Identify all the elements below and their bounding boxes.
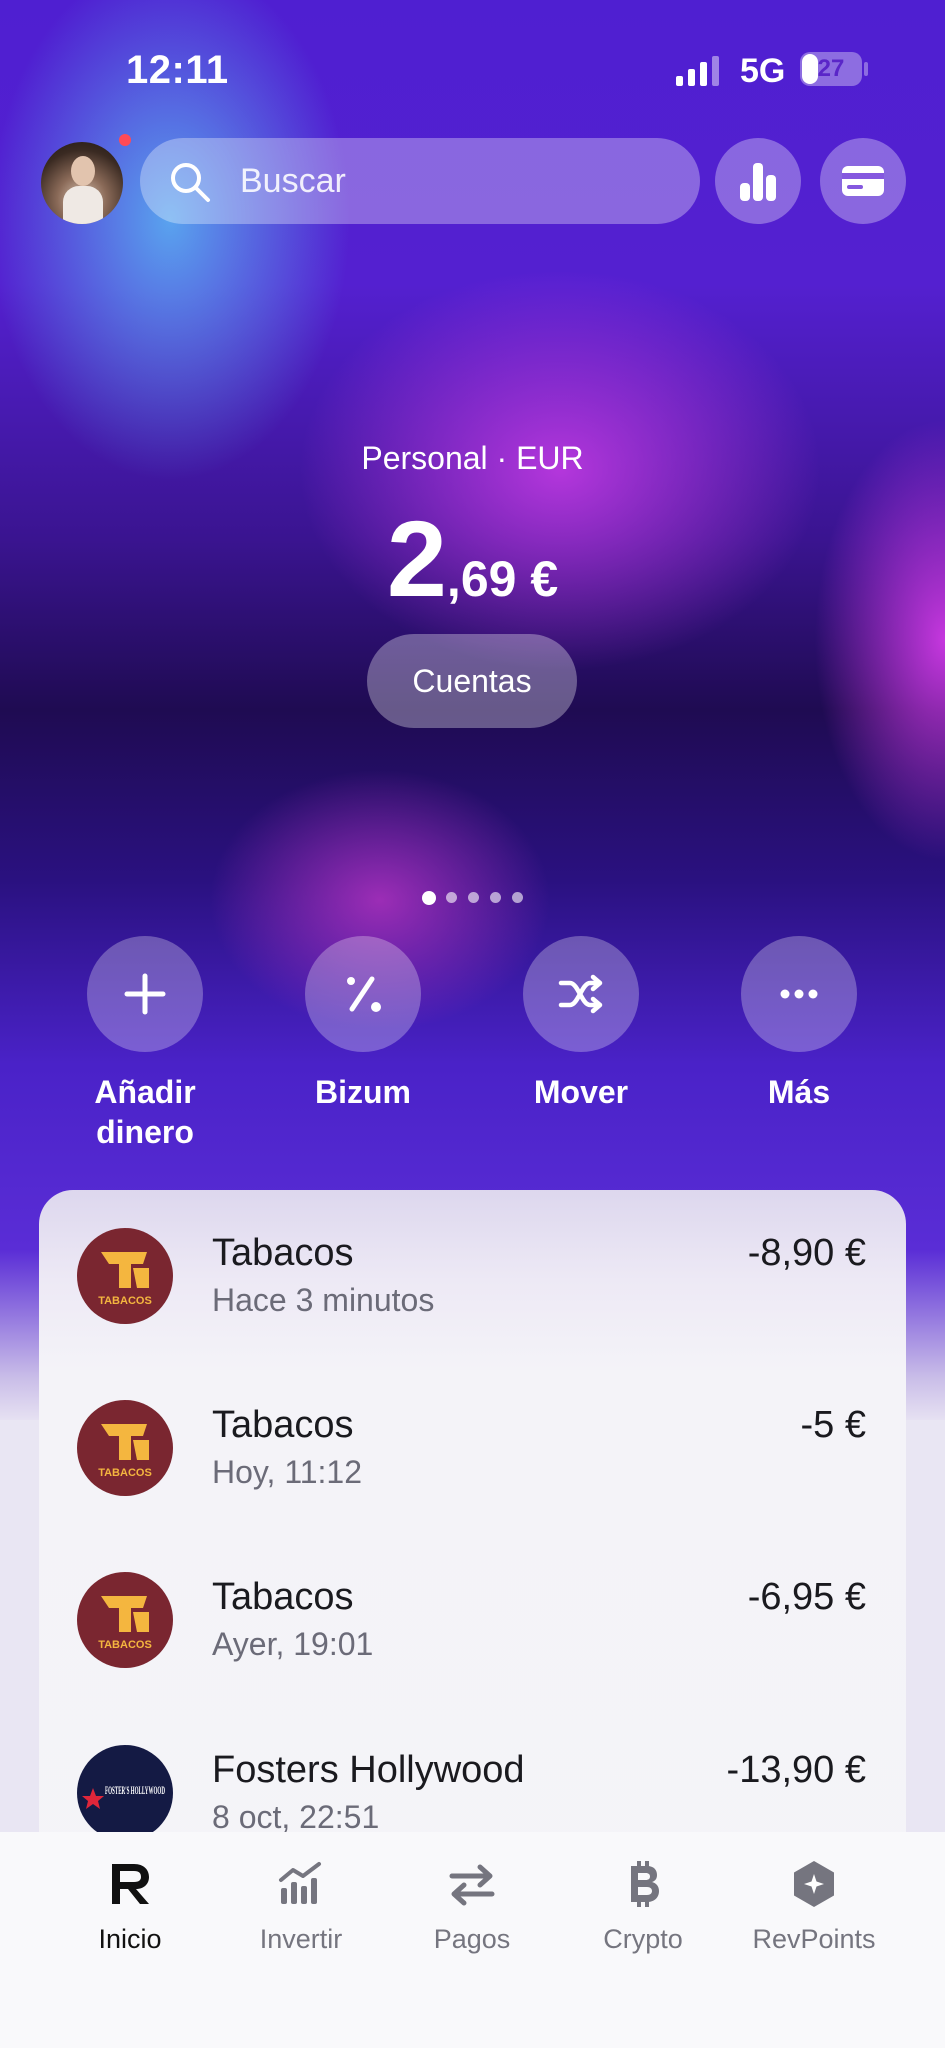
bizum-button[interactable] — [305, 936, 421, 1052]
bar-chart-icon — [740, 163, 776, 201]
transaction-amount: -8,90 € — [747, 1232, 866, 1274]
avatar-body — [63, 186, 103, 224]
card-icon — [842, 166, 884, 196]
tabacos-logo: TABACOS — [77, 1572, 173, 1668]
revolut-r-icon — [112, 1864, 149, 1904]
transaction-merchant: Fosters Hollywood — [212, 1749, 525, 1791]
transaction-time: Ayer, 19:01 — [212, 1626, 374, 1662]
tabacos-logo-text: TABACOS — [98, 1639, 152, 1651]
transaction-row[interactable]: TABACOS Tabacos Ayer, 19:01 -6,95 € — [39, 1534, 906, 1706]
balance-decimal: ,69 € — [446, 551, 559, 607]
nav-item-crypto[interactable]: Crypto — [568, 1858, 718, 1955]
shuffle-icon — [558, 974, 603, 1014]
analytics-button[interactable] — [715, 138, 801, 224]
nav-item-revpoints[interactable]: RevPoints — [739, 1858, 889, 1955]
tabacos-logo-mark: TABACOS — [98, 1252, 152, 1307]
avatar-face — [71, 156, 95, 186]
nav-item-pagos[interactable]: Pagos — [397, 1858, 547, 1955]
search-icon — [171, 163, 210, 202]
more-icon — [780, 989, 818, 999]
battery-icon: 27 — [800, 52, 862, 86]
nav-item-invertir[interactable]: Invertir — [226, 1858, 376, 1955]
move-label: Mover — [533, 1074, 629, 1110]
profile-avatar[interactable] — [41, 142, 123, 224]
notification-dot — [119, 134, 131, 146]
bizum-icon — [347, 976, 381, 1012]
transaction-row[interactable]: TABACOS Tabacos Hoy, 11:12 -5 € — [39, 1362, 906, 1534]
nav-item-inicio[interactable]: Inicio — [55, 1858, 205, 1955]
tabacos-logo-text: TABACOS — [98, 1295, 152, 1307]
nav-label: Crypto — [603, 1924, 683, 1954]
transfer-icon — [449, 1864, 495, 1906]
tabacos-logo: TABACOS — [77, 1228, 173, 1324]
bizum-label: Bizum — [315, 1074, 411, 1110]
fosters-logo-mark: FOSTER'S HOLLYWOOD — [82, 1783, 165, 1809]
plus-icon — [124, 973, 166, 1015]
nav-label: Inicio — [98, 1924, 162, 1954]
page-dot[interactable] — [446, 892, 457, 903]
status-time: 12:11 — [126, 48, 229, 92]
transaction-merchant: Tabacos — [212, 1404, 354, 1446]
account-label: Personal · EUR — [361, 440, 584, 476]
search-bar[interactable] — [140, 138, 700, 224]
move-action[interactable]: Mover — [491, 936, 671, 1112]
tabacos-logo: TABACOS — [77, 1400, 173, 1496]
transaction-amount: -6,95 € — [747, 1576, 866, 1618]
add-money-action[interactable]: Añadir dinero — [55, 936, 235, 1152]
accounts-button[interactable]: Cuentas — [367, 634, 577, 728]
page-dot[interactable] — [468, 892, 479, 903]
transaction-time: Hoy, 11:12 — [212, 1454, 363, 1490]
transaction-row[interactable]: TABACOS Tabacos Hace 3 minutos -8,90 € — [39, 1190, 906, 1362]
move-button[interactable] — [523, 936, 639, 1052]
more-button[interactable] — [741, 936, 857, 1052]
page-dot[interactable] — [422, 891, 436, 905]
battery-tip — [864, 62, 868, 76]
chart-icon — [279, 1862, 321, 1904]
bitcoin-icon — [631, 1861, 659, 1907]
search-input[interactable] — [240, 138, 660, 224]
tabacos-logo-mark: TABACOS — [98, 1424, 152, 1479]
transaction-time: 8 oct, 22:51 — [212, 1799, 380, 1835]
transaction-amount: -13,90 € — [726, 1749, 866, 1791]
status-bar: 12:11 5G 27 — [0, 0, 945, 140]
nav-label: Invertir — [259, 1924, 343, 1954]
battery-percentage: 27 — [817, 55, 845, 82]
tabacos-logo-mark: TABACOS — [98, 1596, 152, 1651]
tabacos-logo-text: TABACOS — [98, 1467, 152, 1479]
page-dot[interactable] — [490, 892, 501, 903]
transaction-time: Hace 3 minutos — [212, 1282, 435, 1318]
page-dot[interactable] — [512, 892, 523, 903]
hexagon-star-icon — [794, 1861, 834, 1907]
balance-integer: 2 — [386, 498, 447, 619]
bottom-nav: Inicio Invertir Pagos Crypto RevPoints — [0, 1832, 945, 2048]
fosters-logo-text: FOSTER'S HOLLYWOOD — [105, 1783, 165, 1797]
transaction-merchant: Tabacos — [212, 1576, 354, 1618]
bizum-action[interactable]: Bizum — [273, 936, 453, 1112]
more-action[interactable]: Más — [709, 936, 889, 1112]
cell-signal-icon — [676, 56, 719, 86]
transaction-amount: -5 € — [800, 1404, 866, 1446]
more-label: Más — [767, 1074, 831, 1110]
cards-button[interactable] — [820, 138, 906, 224]
nav-label: RevPoints — [752, 1924, 876, 1954]
fosters-logo: FOSTER'S HOLLYWOOD — [77, 1745, 173, 1841]
add-money-button[interactable] — [87, 936, 203, 1052]
transaction-merchant: Tabacos — [212, 1232, 354, 1274]
network-type: 5G — [740, 52, 786, 90]
add-money-label: Añadir dinero — [94, 1074, 196, 1150]
balance-amount: 2,69 € — [0, 496, 945, 621]
nav-label: Pagos — [433, 1924, 511, 1954]
